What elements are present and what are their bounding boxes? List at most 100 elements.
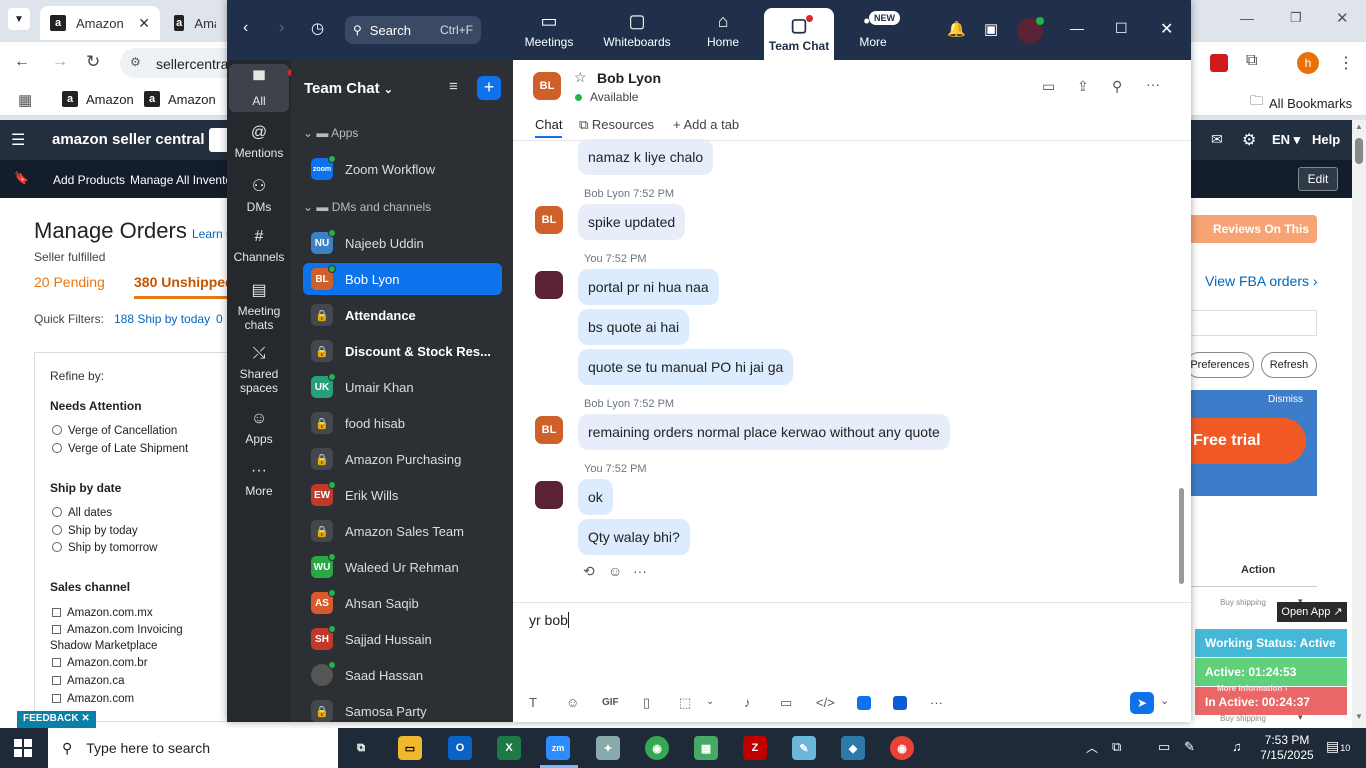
sidebar-contact[interactable]: 🔒 Samosa Party [303,695,502,727]
message-bubble[interactable]: remaining orders normal place kerwao wit… [578,414,950,450]
scroll-up-icon[interactable]: ▲ [1355,122,1363,131]
quick-filter-more[interactable]: 0 [216,312,223,326]
emoji-icon[interactable]: ☺ [566,695,579,710]
sidebar-contact[interactable]: 🔒 Amazon Purchasing [303,443,502,475]
app-icon-1[interactable] [857,696,871,710]
pdf-extension-icon[interactable] [1210,54,1228,72]
message-bubble[interactable]: bs quote ai hai [578,309,690,345]
radio-button[interactable] [52,443,62,453]
calculator-icon[interactable]: ▦ [694,736,718,760]
unshipped-tab[interactable]: 380 Unshipped [134,274,227,299]
video-call-icon[interactable]: ▭ [1042,78,1055,95]
section-dms[interactable]: ⌄ ▬ DMs and channels [303,200,431,214]
filter-option[interactable]: Amazon.ca [52,675,125,687]
tray-chevron-icon[interactable]: ︿ [1086,739,1098,756]
rail-more[interactable]: ··· More [229,462,289,498]
back-icon[interactable]: ‹ [243,19,248,37]
add-reaction-icon[interactable]: ☺ [608,563,622,579]
more-options-icon[interactable]: ··· [1146,76,1160,92]
filter-option[interactable]: Amazon.com Invoicing [52,624,183,636]
rail-all[interactable]: ▀ All [229,64,295,112]
file-explorer-icon[interactable]: ▭ [398,736,422,760]
rail-shared-spaces[interactable]: ⤯ Shared spaces [229,345,289,395]
search-box[interactable]: ⚲ Search Ctrl+F [345,16,481,44]
section-apps[interactable]: ⌄ ▬ Apps [303,126,358,140]
tray-app-icon[interactable]: ⧉ [1112,739,1121,755]
chevron-down-icon[interactable]: ⌄ [706,696,714,707]
forward-icon[interactable]: → [52,53,68,71]
extensions-icon[interactable]: ⧉ [1246,52,1257,70]
windows-start-icon[interactable] [14,739,32,757]
restore-window-icon[interactable]: ❐ [1290,10,1302,26]
filter-option[interactable]: All dates [52,507,112,519]
browser-menu-icon[interactable]: ⋮ [1338,53,1354,73]
app-zoom-workflow[interactable]: zoom Zoom Workflow [303,153,502,185]
radio-button[interactable] [52,425,62,435]
sidebar-contact[interactable]: WU Waleed Ur Rehman [303,551,502,583]
chrome-icon-2[interactable]: ◉ [890,736,914,760]
refresh-button[interactable]: Refresh [1261,352,1317,378]
tab-chat[interactable]: Chat [535,117,563,138]
all-bookmarks[interactable]: 🗀 All Bookmarks [1250,92,1352,114]
bookmark-nav-icon[interactable]: 🔖 [14,171,29,185]
reviews-button[interactable]: Reviews On This Page [1191,215,1317,264]
radio-button[interactable] [52,525,62,535]
rail-mentions[interactable]: @ Mentions [229,124,289,160]
tray-volume-icon[interactable]: ♫ [1232,739,1242,754]
close-window-icon[interactable]: ✕ [1336,9,1349,27]
rail-dms[interactable]: ⚇ DMs [229,176,289,214]
free-trial-button[interactable]: Free trial [1185,418,1306,464]
back-icon[interactable]: ← [14,53,30,71]
app-taskbar-icon[interactable]: ✦ [596,736,620,760]
search-icon[interactable]: ⚲ [1112,78,1122,95]
sidebar-contact[interactable]: 🔒 food hisab [303,407,502,439]
tab-meetings[interactable]: ▭ Meetings [517,0,581,60]
tab-resources[interactable]: ⧉ Resources [579,117,654,133]
bookmark-item[interactable]: a Amazon [62,91,134,107]
dismiss-link[interactable]: Dismiss [1268,394,1303,405]
message-bubble[interactable]: quote se tu manual PO hi jai ga [578,349,794,385]
user-avatar[interactable] [1017,17,1044,44]
open-app-button[interactable]: Open App ↗ [1277,602,1347,622]
video-message-icon[interactable]: ▭ [780,695,792,711]
filezilla-icon[interactable]: Z [743,736,767,760]
nav-manage-inventory[interactable]: Manage All Inventor [130,173,227,187]
profile-avatar[interactable]: h [1297,52,1319,74]
quick-filter-ship-today[interactable]: 188 Ship by today [114,312,210,326]
minimize-window-icon[interactable]: — [1240,10,1254,26]
bookmark-item[interactable]: a Amazon [144,91,216,107]
tab-team-chat[interactable]: ▢ Team Chat [764,8,834,60]
sidebar-contact[interactable]: SH Sajjad Hussain [303,623,502,655]
sidebar-contact[interactable]: 🔒 Attendance [303,299,502,331]
amazon-logo[interactable]: amazon seller central [52,131,205,148]
buy-shipping-button[interactable]: Buy shipping [1196,598,1290,610]
filter-option[interactable]: Ship by today [52,525,138,537]
notification-center-icon[interactable]: ▤10 [1326,738,1350,755]
chrome-icon[interactable]: ◉ [645,736,669,760]
microphone-icon[interactable]: ♪ [744,695,751,710]
sidebar-contact[interactable]: 🔒 Discount & Stock Res... [303,335,502,367]
message-bubble[interactable]: ok [578,479,613,515]
radio-button[interactable] [52,542,62,552]
sidebar-contact[interactable]: Saad Hassan [303,659,502,691]
site-info-icon[interactable]: ⚙ [130,55,141,69]
mail-icon[interactable]: ✉ [1211,131,1223,148]
sidebar-contact[interactable]: EW Erik Wills [303,479,502,511]
radio-button[interactable] [52,507,62,517]
message-avatar[interactable]: BL [535,206,563,234]
tray-pen-icon[interactable]: ✎ [1184,739,1195,755]
screenshot-icon[interactable]: ⬚ [679,695,691,711]
close-icon[interactable]: ✕ [1160,19,1173,39]
message-input[interactable]: yr bob [529,612,1169,634]
file-icon[interactable]: ▯ [643,695,650,711]
preferences-button[interactable]: Preferences [1186,352,1254,378]
checkbox[interactable] [52,694,61,703]
pending-tab[interactable]: 20 Pending [34,274,105,290]
tab-whiteboards[interactable]: ▢ Whiteboards [595,0,679,60]
message-avatar[interactable] [535,271,563,299]
message-bubble[interactable]: namaz k liye chalo [578,139,714,175]
browser-tab-active[interactable]: a Amazon ✕ [40,6,160,40]
close-icon[interactable]: ✕ [81,713,89,724]
sidebar-contact[interactable]: NU Najeeb Uddin [303,227,502,259]
more-tools-icon[interactable]: ··· [930,695,943,710]
